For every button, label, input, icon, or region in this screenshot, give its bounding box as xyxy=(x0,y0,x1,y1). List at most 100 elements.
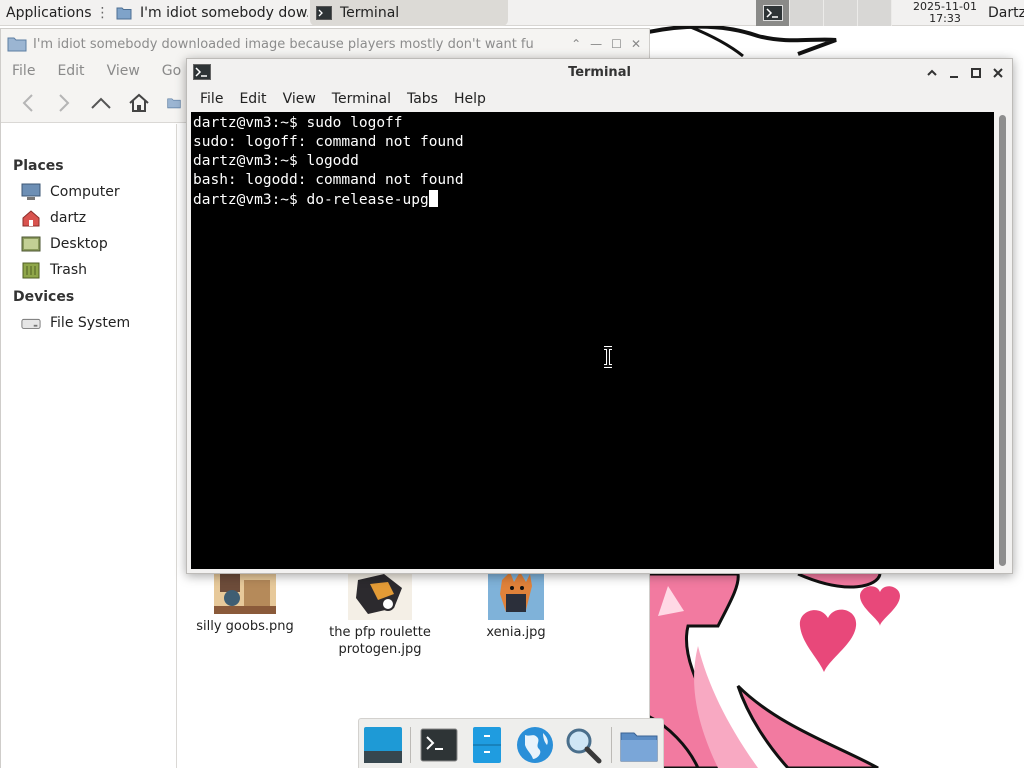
location-bar[interactable] xyxy=(167,92,181,114)
terminal-menubar: File Edit View Terminal Tabs Help xyxy=(187,86,1012,111)
file-item-xenia[interactable]: xenia.jpg xyxy=(451,570,581,641)
back-button[interactable] xyxy=(17,92,39,114)
chevron-left-icon xyxy=(22,94,33,112)
menu-file[interactable]: File xyxy=(12,63,35,79)
file-manager-icon xyxy=(473,727,501,763)
terminal-icon xyxy=(193,64,211,80)
dock-separator xyxy=(410,727,411,763)
folder-icon xyxy=(167,98,181,109)
dock-web-browser[interactable] xyxy=(515,725,555,765)
shade-icon[interactable] xyxy=(926,67,938,79)
taskbar-item-label: I'm idiot somebody dow... xyxy=(140,5,308,21)
menu-terminal[interactable]: Terminal xyxy=(332,91,391,107)
terminal-current-input: dartz@vm3:~$ do-release-upg xyxy=(193,192,429,208)
workspace-4[interactable] xyxy=(858,0,892,26)
home-button[interactable] xyxy=(128,92,150,114)
clock[interactable]: 2025-11-01 17:33 xyxy=(902,1,988,25)
dock-folder[interactable] xyxy=(619,725,659,765)
menu-help[interactable]: Help xyxy=(454,91,486,107)
terminal-titlebar[interactable]: Terminal xyxy=(187,59,1012,86)
minimize-icon[interactable]: — xyxy=(590,37,602,51)
file-item-pfp-roulette[interactable]: the pfp roulette protogen.jpg xyxy=(315,570,445,658)
terminal-icon xyxy=(420,728,458,762)
terminal-line: dartz@vm3:~$ logodd xyxy=(193,153,359,169)
terminal-line: bash: logodd: command not found xyxy=(193,172,464,188)
dock-file-manager[interactable] xyxy=(467,725,507,765)
minimize-icon[interactable] xyxy=(948,67,960,79)
chevron-right-icon xyxy=(59,94,70,112)
scrollbar-thumb[interactable] xyxy=(999,115,1006,566)
close-icon[interactable]: ✕ xyxy=(631,37,641,51)
folder-icon xyxy=(620,732,658,762)
sidebar-item-label: Desktop xyxy=(50,236,108,252)
file-manager-sidebar: Places Computer dartz Desktop Trash Devi… xyxy=(1,124,177,768)
close-icon[interactable] xyxy=(992,67,1004,79)
applications-menu-suffix: ⋮ xyxy=(95,5,110,21)
places-heading: Places xyxy=(13,158,64,174)
sidebar-item-trash[interactable]: Trash xyxy=(21,259,87,281)
sidebar-item-label: Trash xyxy=(50,262,87,278)
terminal-window-controls xyxy=(926,59,1004,86)
terminal-line: sudo: logoff: command not found xyxy=(193,134,464,150)
top-panel: Applications ⋮ I'm idiot somebody dow...… xyxy=(0,0,1024,26)
text-cursor xyxy=(428,190,438,207)
sidebar-item-dartz[interactable]: dartz xyxy=(21,207,86,229)
workspace-switcher xyxy=(756,0,892,26)
workspace-2[interactable] xyxy=(790,0,824,26)
menu-edit[interactable]: Edit xyxy=(239,91,266,107)
parent-folder-button[interactable] xyxy=(90,92,112,114)
menu-go[interactable]: Go xyxy=(162,63,181,79)
taskbar-item-file-manager[interactable]: I'm idiot somebody dow... xyxy=(110,0,308,26)
dock xyxy=(358,718,664,768)
menu-edit[interactable]: Edit xyxy=(57,63,84,79)
menu-view[interactable]: View xyxy=(107,63,140,79)
file-name-line2: protogen.jpg xyxy=(338,642,422,657)
terminal-prompt-line: dartz@vm3:~$ do-release-upg xyxy=(193,190,994,209)
maximize-icon[interactable] xyxy=(970,67,982,79)
taskbar-item-terminal[interactable]: Terminal xyxy=(310,0,508,26)
applications-menu[interactable]: Applications ⋮ xyxy=(0,0,110,26)
sidebar-item-label: dartz xyxy=(50,210,87,226)
desktop-icon xyxy=(364,727,402,763)
terminal-output[interactable]: dartz@vm3:~$ sudo logoff sudo: logoff: c… xyxy=(191,112,994,569)
desktop-icon xyxy=(21,236,41,252)
terminal-icon xyxy=(316,6,332,20)
menu-file[interactable]: File xyxy=(200,91,223,107)
web-browser-icon xyxy=(517,727,553,763)
shade-icon[interactable]: ⌃ xyxy=(571,37,581,51)
workspace-3[interactable] xyxy=(824,0,858,26)
file-item-silly-goobs[interactable]: silly goobs.png xyxy=(180,570,310,635)
applications-label: Applications xyxy=(6,5,92,21)
computer-icon xyxy=(21,183,41,200)
home-icon xyxy=(129,93,149,112)
menu-tabs[interactable]: Tabs xyxy=(407,91,438,107)
terminal-scrollbar[interactable] xyxy=(995,112,1011,569)
taskbar-item-label: Terminal xyxy=(340,5,400,21)
sidebar-item-label: File System xyxy=(50,315,131,331)
sidebar-item-computer[interactable]: Computer xyxy=(21,181,120,203)
sidebar-item-file-system[interactable]: File System xyxy=(21,312,130,334)
folder-icon xyxy=(116,7,132,20)
clock-time: 17:33 xyxy=(929,12,961,25)
forward-button[interactable] xyxy=(53,92,75,114)
maximize-icon[interactable]: ☐ xyxy=(611,37,622,51)
dock-separator xyxy=(611,727,612,763)
sidebar-item-desktop[interactable]: Desktop xyxy=(21,233,108,255)
file-name: xenia.jpg xyxy=(486,625,546,640)
menu-view[interactable]: View xyxy=(283,91,316,107)
devices-heading: Devices xyxy=(13,289,75,305)
home-folder-icon xyxy=(22,210,40,227)
trash-icon xyxy=(22,262,40,279)
workspace-1[interactable] xyxy=(756,0,790,26)
terminal-title: Terminal xyxy=(568,65,631,80)
dock-app-finder[interactable] xyxy=(563,725,603,765)
file-manager-window-controls: ⌃ — ☐ ✕ xyxy=(571,29,641,59)
file-name: silly goobs.png xyxy=(196,619,294,634)
drive-icon xyxy=(21,318,41,329)
user-menu[interactable]: Dartz xyxy=(988,0,1024,26)
folder-icon xyxy=(7,37,27,52)
file-manager-titlebar[interactable]: I'm idiot somebody downloaded image beca… xyxy=(1,29,649,59)
dock-terminal[interactable] xyxy=(419,725,459,765)
terminal-line: dartz@vm3:~$ sudo logoff xyxy=(193,115,403,131)
dock-show-desktop[interactable] xyxy=(363,725,403,765)
